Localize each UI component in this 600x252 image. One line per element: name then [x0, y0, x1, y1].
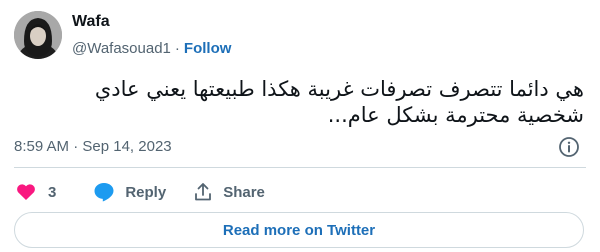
author-handle[interactable]: @Wafasouad1 [72, 40, 171, 57]
share-label: Share [223, 183, 265, 201]
tweet-timestamp[interactable]: 8:59 AM · Sep 14, 2023 [14, 137, 172, 157]
tweet-line-2: شخصية محترمة بشكل عام... [327, 103, 584, 127]
reply-label: Reply [125, 183, 167, 201]
timestamp-separator: · [73, 138, 79, 155]
like-count: 3 [48, 183, 57, 201]
share-button[interactable]: Share [193, 182, 265, 202]
info-icon[interactable] [558, 136, 580, 158]
reply-bubble-icon [94, 183, 114, 202]
follow-button[interactable]: Follow [184, 40, 232, 57]
tweet-text: هي دائما تتصرف تصرفات غريبة هكذا طبيعتها… [16, 76, 584, 128]
heart-icon [17, 184, 35, 200]
read-more-button[interactable]: Read more on Twitter [14, 212, 584, 248]
avatar-image [14, 11, 62, 59]
reply-button[interactable]: Reply [93, 182, 166, 202]
handle-row: @Wafasouad1 · Follow [72, 39, 231, 59]
share-icon [195, 183, 212, 201]
read-more-label: Read more on Twitter [222, 221, 376, 239]
like-button[interactable]: 3 [16, 183, 56, 201]
divider [14, 167, 586, 168]
tweet-date: Sep 14, 2023 [82, 138, 172, 155]
action-bar: 3 Reply Share [16, 180, 265, 204]
handle-separator: · [174, 40, 180, 57]
tweet-line-1: هي دائما تتصرف تصرفات غريبة هكذا طبيعتها… [94, 77, 584, 101]
avatar[interactable] [14, 11, 62, 59]
author-name[interactable]: Wafa [72, 12, 110, 32]
tweet-time: 8:59 AM [14, 138, 70, 155]
